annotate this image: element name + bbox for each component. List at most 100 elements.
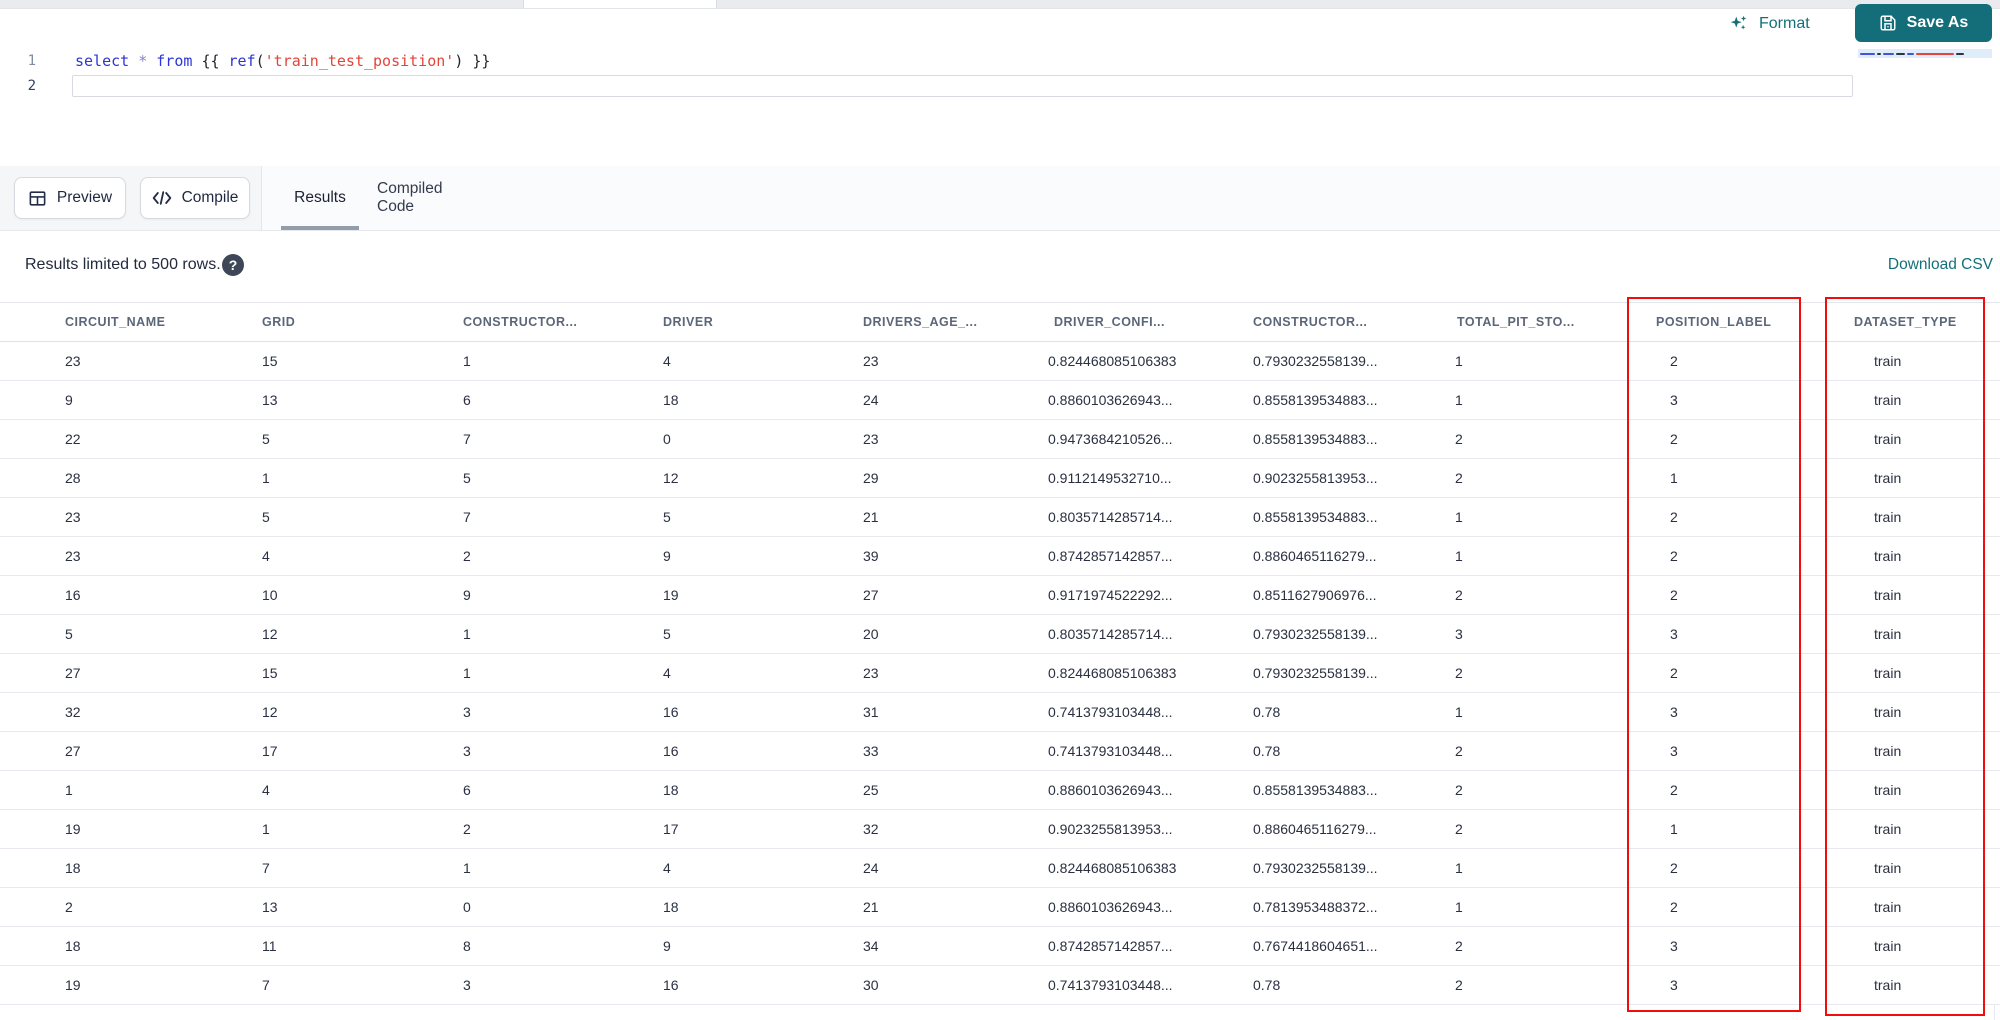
column-header: CONSTRUCTOR... <box>463 315 578 329</box>
table-cell: 11 <box>262 938 277 954</box>
table-cell: 0.7674418604651... <box>1253 938 1378 954</box>
table-cell: 1 <box>1455 548 1463 564</box>
table-cell: 1 <box>463 665 471 681</box>
table-cell: 0.7813953488372... <box>1253 899 1378 915</box>
table-cell: 2 <box>463 821 471 837</box>
table-cell: 6 <box>463 782 471 798</box>
table-cell: 18 <box>663 899 679 915</box>
table-cell: 0.8860465116279... <box>1253 821 1377 837</box>
table-cell: 0.8035714285714... <box>1048 626 1173 642</box>
table-icon <box>28 189 47 208</box>
highlight-box-dataset-type <box>1825 297 1985 1016</box>
table-cell: 0.9023255813953... <box>1048 821 1173 837</box>
table-cell: 0.8558139534883... <box>1253 431 1378 447</box>
tab-compiled-code[interactable]: Compiled Code <box>377 166 473 230</box>
table-cell: 39 <box>863 548 879 564</box>
table-cell: 1 <box>262 470 270 486</box>
table-cell: 0.9473684210526... <box>1048 431 1173 447</box>
sql-token-paren: ( <box>255 52 265 70</box>
table-cell: 9 <box>65 392 73 408</box>
table-cell: 0.7930232558139... <box>1253 860 1378 876</box>
table-cell: 32 <box>863 821 879 837</box>
table-cell: 1 <box>1455 899 1463 915</box>
table-cell: 2 <box>1455 821 1463 837</box>
minimap-mark <box>1877 52 1881 55</box>
table-cell: 7 <box>463 431 471 447</box>
table-cell: 0.8035714285714... <box>1048 509 1173 525</box>
table-cell: 0.9023255813953... <box>1253 470 1378 486</box>
table-cell: 0.8511627906976... <box>1253 587 1377 603</box>
table-cell: 20 <box>863 626 879 642</box>
table-cell: 0.8558139534883... <box>1253 509 1378 525</box>
table-cell: 16 <box>663 704 679 720</box>
column-header: DRIVER <box>663 315 714 329</box>
preview-button[interactable]: Preview <box>14 177 126 219</box>
table-cell: 12 <box>262 704 278 720</box>
sql-token-brace: }} <box>472 52 491 70</box>
sql-line-1-code[interactable]: select * from {{ ref('train_test_positio… <box>75 50 490 72</box>
table-cell: 13 <box>262 899 278 915</box>
table-cell: 1 <box>65 782 73 798</box>
tab-results[interactable]: Results <box>281 166 359 230</box>
compile-button[interactable]: Compile <box>140 177 250 219</box>
divider <box>261 166 262 230</box>
table-cell: 1 <box>1455 860 1463 876</box>
sql-token-keyword: from <box>156 52 193 70</box>
table-cell: 27 <box>65 743 81 759</box>
table-cell: 5 <box>663 509 671 525</box>
save-as-label: Save As <box>1906 14 1969 31</box>
table-cell: 0.7413793103448... <box>1048 977 1173 993</box>
tab-results-label: Results <box>294 189 346 206</box>
column-header: DRIVER_CONFI... <box>1054 315 1165 329</box>
preview-label: Preview <box>56 189 113 206</box>
table-cell: 4 <box>262 782 270 798</box>
table-cell: 2 <box>1455 431 1463 447</box>
table-cell: 27 <box>65 665 81 681</box>
table-cell: 29 <box>863 470 879 486</box>
table-cell: 0.78 <box>1253 977 1281 993</box>
download-csv-link[interactable]: Download CSV <box>1888 253 1993 277</box>
sql-token-paren: ) <box>454 52 464 70</box>
editor-minimap[interactable] <box>1858 49 1992 58</box>
minimap-mark <box>1883 52 1894 55</box>
table-cell: 2 <box>463 548 471 564</box>
table-cell: 18 <box>663 392 679 408</box>
table-cell: 16 <box>663 977 679 993</box>
table-cell: 2 <box>1455 977 1463 993</box>
column-header: CIRCUIT_NAME <box>65 315 166 329</box>
ide-screen: Format Save As 1 2 select * from {{ ref(… <box>0 0 2000 1020</box>
format-button[interactable]: Format <box>1728 10 1810 38</box>
tabs-zone <box>262 166 2000 230</box>
table-cell: 2 <box>1455 665 1463 681</box>
minimap-mark <box>1907 52 1914 55</box>
table-cell: 28 <box>65 470 81 486</box>
table-cell: 15 <box>262 353 278 369</box>
sql-token-plain <box>129 52 138 70</box>
active-file-tab[interactable] <box>523 0 717 8</box>
table-cell: 0.8742857142857... <box>1048 938 1173 954</box>
save-as-button[interactable]: Save As <box>1855 4 1992 42</box>
table-cell: 33 <box>863 743 879 759</box>
table-cell: 25 <box>863 782 879 798</box>
help-icon[interactable]: ? <box>222 254 244 276</box>
sql-token-function: ref <box>228 52 256 70</box>
table-cell: 0.8860465116279... <box>1253 548 1377 564</box>
table-cell: 22 <box>65 431 81 447</box>
sql-token-keyword: select <box>75 52 130 70</box>
table-cell: 0.824468085106383 <box>1048 353 1177 369</box>
table-cell: 8 <box>463 938 471 954</box>
table-cell: 0.78 <box>1253 704 1281 720</box>
table-cell: 7 <box>463 509 471 525</box>
table-cell: 31 <box>863 704 879 720</box>
column-header: DRIVERS_AGE_... <box>863 315 978 329</box>
table-cell: 1 <box>1455 392 1463 408</box>
table-cell: 23 <box>863 431 879 447</box>
table-cell: 12 <box>663 470 679 486</box>
table-cell: 16 <box>65 587 81 603</box>
sql-line-2-active[interactable] <box>72 75 1853 97</box>
table-cell: 9 <box>663 548 671 564</box>
table-cell: 23 <box>65 353 81 369</box>
table-cell: 21 <box>863 899 879 915</box>
code-icon <box>152 189 172 207</box>
table-cell: 4 <box>663 665 671 681</box>
